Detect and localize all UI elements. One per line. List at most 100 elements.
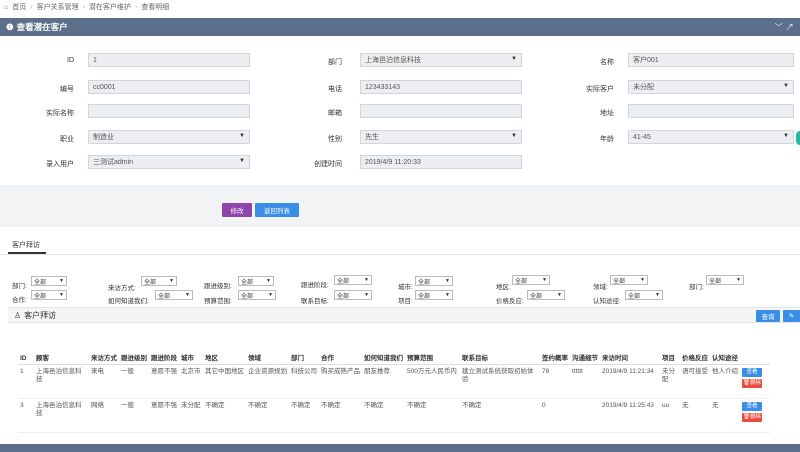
entry-user-select[interactable]: 三测试admin ▼ xyxy=(88,155,250,169)
filter-dept2-select[interactable]: 全部 ▼ xyxy=(706,275,744,285)
dropdown-arrow-icon: ▼ xyxy=(239,158,245,164)
filter-how-know-select[interactable]: 全部 ▼ xyxy=(155,290,193,300)
id-field[interactable]: 1 xyxy=(88,53,250,67)
created-field[interactable]: 2019/4/9 11:20:33 xyxy=(360,155,522,169)
real-client-select[interactable]: 未分配 ▼ xyxy=(628,80,794,94)
row-actions: 查看 🗑删除 xyxy=(740,398,770,433)
col-header[interactable]: 合作 xyxy=(319,330,362,365)
col-header[interactable]: 来访时间 xyxy=(600,330,660,365)
filter-value: 全部 xyxy=(337,278,350,285)
edit-button[interactable]: 修改 xyxy=(222,203,252,217)
home-icon[interactable]: ⌂ xyxy=(4,4,8,11)
filter-price-reaction-select[interactable]: 全部 ▼ xyxy=(527,290,565,300)
filter-field-select[interactable]: 全部 ▼ xyxy=(610,275,648,285)
col-header[interactable]: 跟进阶段 xyxy=(149,330,179,365)
pencil-icon[interactable]: ✎ xyxy=(783,310,800,322)
col-header[interactable]: 城市 xyxy=(179,330,203,365)
dropdown-arrow-icon: ▼ xyxy=(185,292,190,298)
col-header[interactable]: 如何知道我们 xyxy=(362,330,405,365)
filter-value: 全部 xyxy=(613,278,626,285)
breadcrumb-home[interactable]: 首页 xyxy=(12,2,26,12)
filter-awareness-select[interactable]: 全部 ▼ xyxy=(625,290,663,300)
address-field[interactable] xyxy=(628,104,794,118)
filter-value: 全部 xyxy=(241,293,254,300)
cell xyxy=(570,398,600,433)
section-title: 客户拜访 xyxy=(24,310,57,320)
filter-value: 全部 xyxy=(144,279,157,286)
email-field[interactable] xyxy=(360,104,522,118)
col-header[interactable]: 认知途径 xyxy=(710,330,740,365)
job-value: 制造业 xyxy=(93,134,114,141)
back-to-list-button[interactable]: 返回列表 xyxy=(255,203,299,217)
filter-budget-select[interactable]: 全部 ▼ xyxy=(238,290,276,300)
view-button[interactable]: 查看 xyxy=(742,367,762,377)
gender-label: 性别 xyxy=(328,136,342,143)
filter-label: 领域: xyxy=(593,284,608,291)
phone-field[interactable]: 123433143 xyxy=(360,80,522,94)
breadcrumb-crm[interactable]: 客户关系管理 xyxy=(37,2,79,12)
col-header[interactable]: 地区 xyxy=(203,330,246,365)
cell: 朋友推荐 xyxy=(362,364,405,399)
cell: 他人介绍 xyxy=(710,364,740,399)
filter-value: 全部 xyxy=(515,278,528,285)
col-header[interactable]: 领域 xyxy=(246,330,289,365)
age-select[interactable]: 41-45 ▼ xyxy=(628,130,794,144)
cell: 网络 xyxy=(89,398,119,433)
breadcrumb-potential[interactable]: 潜在客户维护 xyxy=(89,2,131,12)
col-header[interactable]: ID xyxy=(18,330,34,365)
view-button[interactable]: 查看 xyxy=(742,401,762,411)
dropdown-arrow-icon: ▼ xyxy=(783,133,789,139)
col-header[interactable]: 顾客 xyxy=(34,330,89,365)
row-actions: 查看 🗑删除 xyxy=(740,364,770,399)
tab-customer-visit[interactable]: 客户拜访 xyxy=(12,240,40,250)
email-label: 邮箱 xyxy=(328,110,342,117)
gender-select[interactable]: 先生 ▼ xyxy=(360,130,522,144)
table-header-row: ID 顾客 来访方式 跟进级别 跟进阶段 城市 地区 领域 部门 合作 如何知道… xyxy=(18,330,770,365)
code-field[interactable]: cc0001 xyxy=(88,80,250,94)
filter-visit-method-select[interactable]: 全部 ▼ xyxy=(141,276,177,286)
col-header[interactable]: 预算范围 xyxy=(405,330,460,365)
filter-contact-goal-select[interactable]: 全部 ▼ xyxy=(334,290,372,300)
col-header[interactable]: 签约概率 xyxy=(540,330,570,365)
col-header[interactable]: 跟进级别 xyxy=(119,330,149,365)
name-field[interactable]: 客户001 xyxy=(628,53,794,67)
filter-value: 全部 xyxy=(418,293,431,300)
filter-label: 预算范围: xyxy=(204,298,232,305)
side-help-tab[interactable] xyxy=(796,131,800,145)
action-bar xyxy=(0,185,800,227)
filter-project-select[interactable]: 全部 ▼ xyxy=(415,290,453,300)
delete-button[interactable]: 🗑删除 xyxy=(742,412,762,422)
dropdown-arrow-icon: ▼ xyxy=(239,133,245,139)
delete-button[interactable]: 🗑删除 xyxy=(742,378,762,388)
filter-value: 全部 xyxy=(158,293,171,300)
table-row: 1 上海邑泊信息科技 来电 一般 意愿不强 北京市 其它中国地区 企业资源规划 … xyxy=(18,364,770,399)
filter-city-select[interactable]: 全部 ▼ xyxy=(415,276,453,286)
filter-dept-select[interactable]: 全部 ▼ xyxy=(31,276,67,286)
filter-cooperation-select[interactable]: 全部 ▼ xyxy=(31,290,67,300)
trash-icon: 🗑 xyxy=(743,379,750,386)
col-header[interactable]: 来访方式 xyxy=(89,330,119,365)
col-header[interactable]: 部门 xyxy=(289,330,319,365)
col-header[interactable]: 联系目标 xyxy=(460,330,540,365)
cell: 一般 xyxy=(119,398,149,433)
col-header[interactable]: 项目 xyxy=(660,330,680,365)
filter-follow-stage-select[interactable]: 全部 ▼ xyxy=(334,275,372,285)
job-select[interactable]: 制造业 ▼ xyxy=(88,130,250,144)
job-label: 职业 xyxy=(60,136,74,143)
query-button[interactable]: 查询 xyxy=(756,310,780,322)
col-header[interactable]: 价格反应 xyxy=(680,330,710,365)
dept-select[interactable]: 上海邑泊信息科技 ▼ xyxy=(360,53,522,67)
col-header[interactable]: 沟通细节 xyxy=(570,330,600,365)
cell: 不确定 xyxy=(405,398,460,433)
dropdown-arrow-icon: ▼ xyxy=(655,292,660,298)
filter-follow-level-select[interactable]: 全部 ▼ xyxy=(238,276,274,286)
cell: 500万元人民币内 xyxy=(405,364,460,399)
panel-tools[interactable]: ﹀ ↗ xyxy=(775,21,794,33)
col-header xyxy=(740,330,770,365)
filter-value: 全部 xyxy=(530,293,543,300)
filter-region-select[interactable]: 全部 ▼ xyxy=(512,275,550,285)
real-name-field[interactable] xyxy=(88,104,250,118)
cell: 语可接受 xyxy=(680,364,710,399)
filter-label: 来访方式: xyxy=(108,285,136,292)
filter-label: 部门: xyxy=(689,284,704,291)
